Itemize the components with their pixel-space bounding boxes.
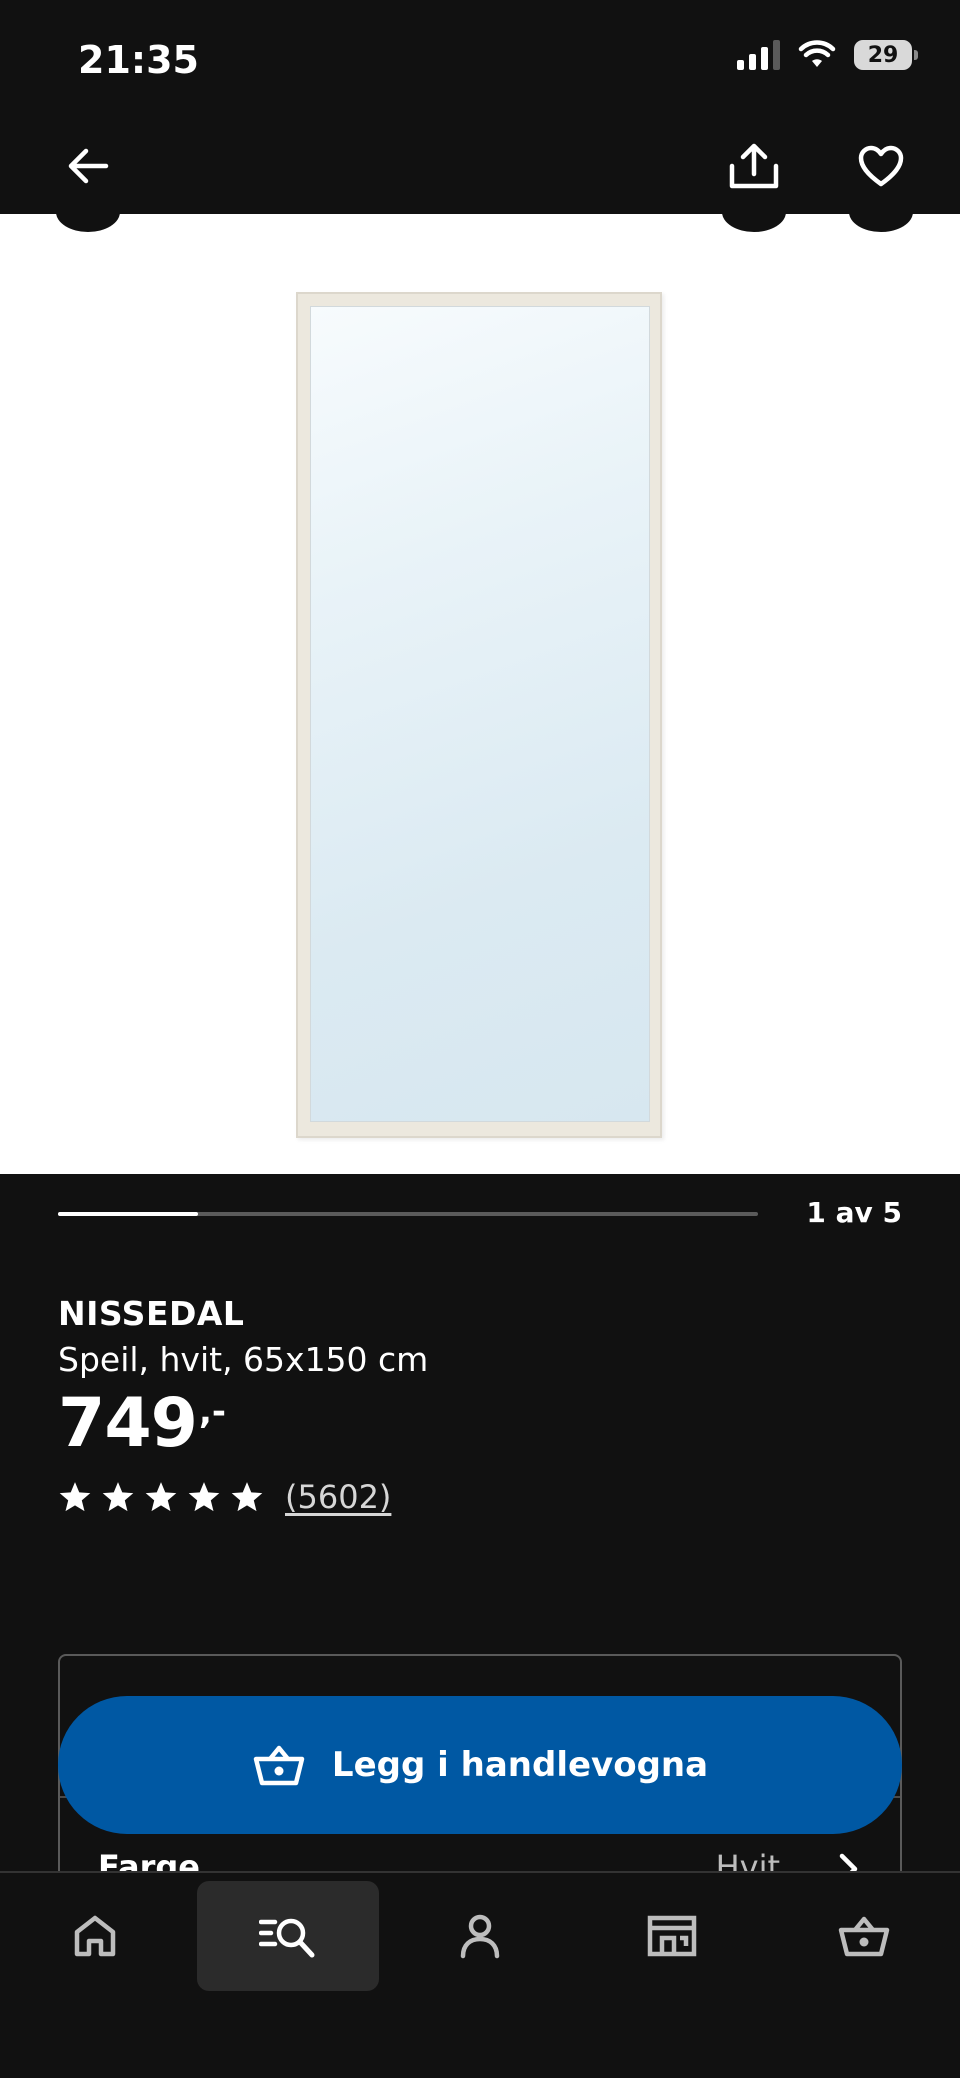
bottom-tab-bar bbox=[0, 1871, 960, 2078]
star-icon bbox=[188, 1482, 220, 1512]
arrow-left-icon bbox=[68, 148, 109, 184]
image-pager: 1 av 5 bbox=[58, 1196, 902, 1242]
top-nav-bar bbox=[0, 120, 960, 214]
star-icon bbox=[231, 1482, 263, 1512]
tab-profile[interactable] bbox=[389, 1881, 571, 1991]
signal-icon bbox=[737, 40, 780, 70]
back-button[interactable] bbox=[50, 128, 126, 204]
favorite-button[interactable] bbox=[843, 128, 919, 204]
price-suffix: ,- bbox=[198, 1392, 226, 1432]
back-button-backdrop bbox=[56, 214, 120, 232]
price-value: 749 bbox=[58, 1384, 198, 1463]
mirror-glass bbox=[310, 306, 650, 1122]
status-icons: 29 bbox=[737, 40, 918, 70]
product-name: NISSEDAL bbox=[58, 1294, 245, 1333]
pager-label: 1 av 5 bbox=[806, 1196, 902, 1229]
add-to-cart-label: Legg i handlevogna bbox=[331, 1745, 709, 1785]
product-description: Speil, hvit, 65x150 cm bbox=[58, 1340, 429, 1379]
search-icon bbox=[259, 1918, 315, 1958]
review-count-link[interactable]: (5602) bbox=[285, 1478, 391, 1516]
status-time: 21:35 bbox=[78, 38, 199, 82]
favorite-button-backdrop bbox=[849, 214, 913, 232]
star-icon bbox=[145, 1482, 177, 1512]
battery-icon: 29 bbox=[854, 40, 918, 70]
home-icon bbox=[74, 1915, 116, 1957]
heart-icon bbox=[858, 145, 904, 187]
store-icon bbox=[647, 1915, 697, 1957]
add-to-cart-button[interactable]: Legg i handlevogna bbox=[58, 1696, 902, 1834]
cart-icon bbox=[838, 1916, 890, 1957]
product-rating[interactable]: (5602) bbox=[58, 1478, 391, 1516]
wifi-icon bbox=[798, 40, 836, 67]
share-button-backdrop bbox=[722, 214, 786, 232]
star-icon bbox=[102, 1482, 134, 1512]
product-image-gallery[interactable] bbox=[0, 214, 960, 1174]
tab-store[interactable] bbox=[581, 1881, 763, 1991]
basket-icon bbox=[253, 1745, 305, 1786]
star-icon bbox=[59, 1482, 91, 1512]
share-button[interactable] bbox=[716, 128, 792, 204]
pager-track bbox=[58, 1212, 758, 1216]
product-price: 749 ,- bbox=[58, 1384, 226, 1463]
profile-icon bbox=[460, 1914, 500, 1959]
share-icon bbox=[729, 143, 779, 189]
tab-home[interactable] bbox=[4, 1881, 186, 1991]
tab-search[interactable] bbox=[197, 1881, 379, 1991]
product-page: 21:35 29 1 av 5 NISSEDAL Speil, hvit, 65… bbox=[0, 0, 960, 2078]
product-image bbox=[296, 292, 662, 1138]
status-bar: 21:35 29 bbox=[0, 0, 960, 120]
tab-cart[interactable] bbox=[773, 1881, 955, 1991]
pager-progress bbox=[58, 1212, 198, 1216]
